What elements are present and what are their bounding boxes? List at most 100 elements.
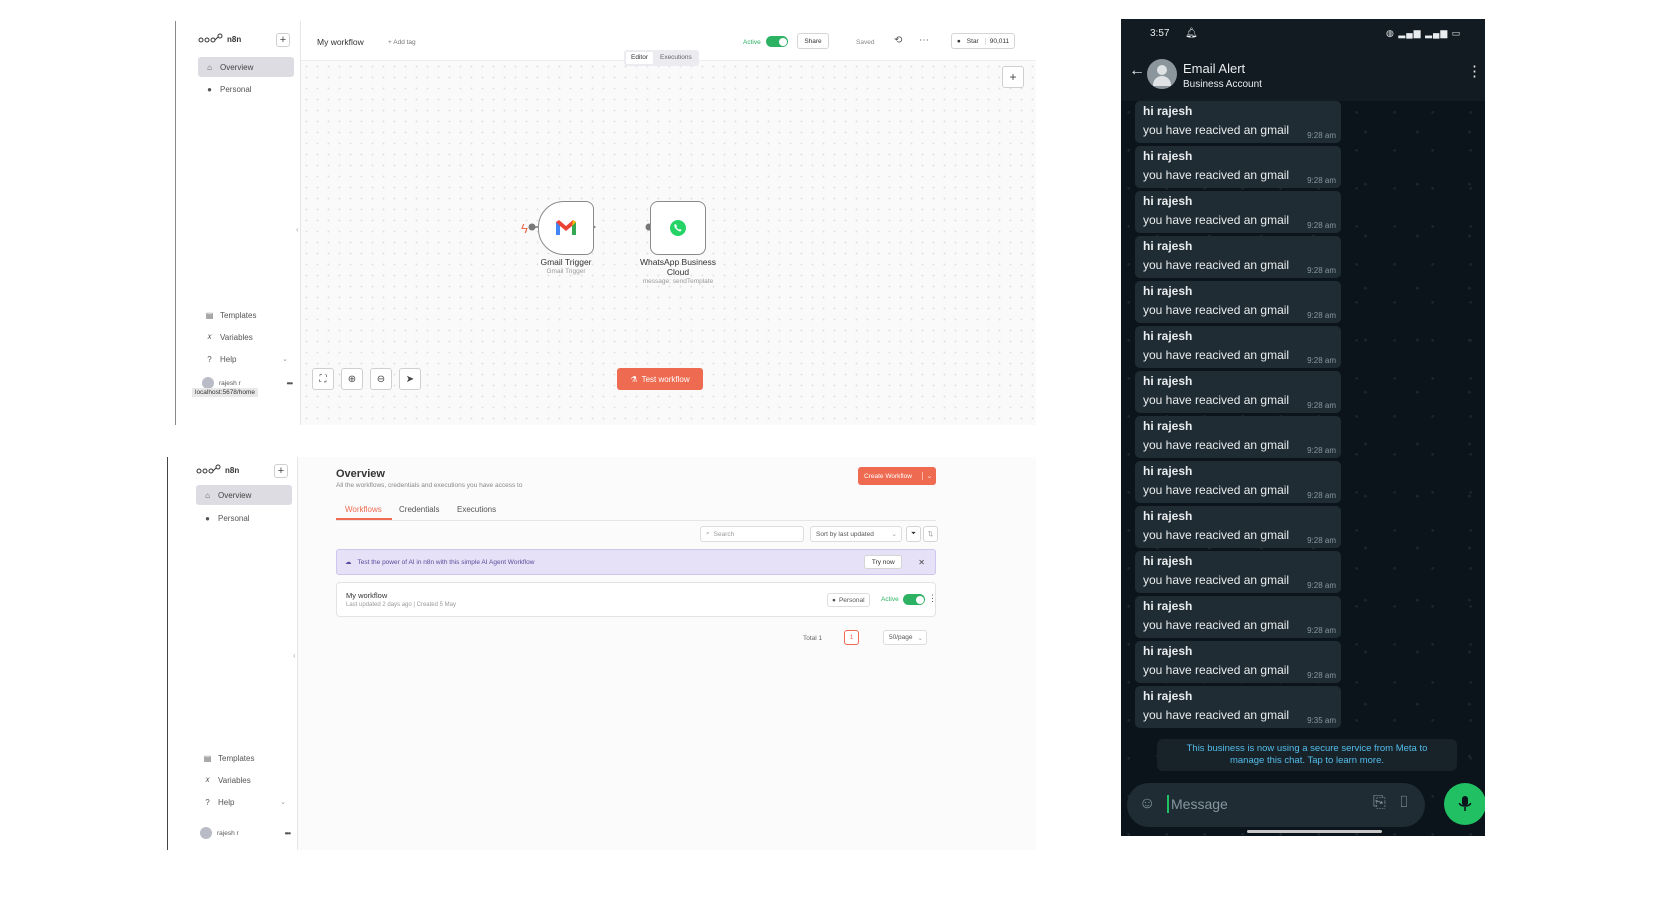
sort-select[interactable]: Sort by last updated ⌄ [810,526,902,542]
attach-icon[interactable]: ⎘ [1373,794,1386,812]
more-icon[interactable]: ••• [287,379,293,388]
message-bubble[interactable]: hi rajesh you have reacived an gmail 9:2… [1135,551,1341,593]
mic-button[interactable] [1444,783,1485,825]
message-bubble[interactable]: hi rajesh you have reacived an gmail 9:2… [1135,101,1341,143]
user-name: rajesh r [217,829,239,837]
kebab-menu-icon[interactable]: ⋮ [1467,62,1482,80]
message-bubble[interactable]: hi rajesh you have reacived an gmail 9:2… [1135,191,1341,233]
more-icon[interactable]: ••• [285,829,291,838]
filter-icon[interactable]: ⏷ [906,526,921,542]
tab-executions[interactable]: Executions [655,52,697,64]
tab-credentials[interactable]: Credentials [399,505,439,514]
zoom-out-icon[interactable]: ⊖ [370,368,392,390]
contact-avatar[interactable] [1147,59,1177,89]
add-tag-link[interactable]: + Add tag [388,39,416,46]
gmail-trigger-node[interactable] [538,201,594,255]
page-subtitle: All the workflows, credentials and execu… [336,482,523,489]
meta-service-notice[interactable]: This business is now using a secure serv… [1157,739,1457,771]
message-time: 9:28 am [1307,131,1336,140]
message-bubble[interactable]: hi rajesh you have reacived an gmail 9:2… [1135,461,1341,503]
sidebar-item-personal[interactable]: ● Personal [196,508,292,528]
back-arrow-icon[interactable]: ← [1129,62,1145,80]
message-bubble[interactable]: hi rajesh you have reacived an gmail 9:2… [1135,641,1341,683]
new-item-button[interactable]: + [276,33,290,47]
sort-direction-icon[interactable]: ⇅ [923,526,938,542]
message-title: hi rajesh [1143,149,1193,163]
gmail-node-subtitle: Gmail Trigger [546,268,586,275]
share-button[interactable]: Share [797,33,829,49]
sidebar-item-help[interactable]: ? Help ⌄ [196,792,292,812]
sidebar-item-variables[interactable]: 𝑥 Variables [196,770,292,790]
try-now-button[interactable]: Try now [864,555,903,569]
sidebar-item-variables[interactable]: 𝑥 Variables [198,327,294,347]
message-bubble[interactable]: hi rajesh you have reacived an gmail 9:2… [1135,416,1341,458]
kebab-menu-icon[interactable]: ⋮ [928,593,937,604]
overview-main: Overview All the workflows, credentials … [298,457,1036,850]
workflow-card[interactable]: My workflow Last updated 2 days ago | Cr… [336,582,937,617]
chevron-down-icon[interactable]: ⌄ [922,472,936,480]
collapse-sidebar-icon[interactable]: ‹ [296,225,299,234]
message-bubble[interactable]: hi rajesh you have reacived an gmail 9:2… [1135,236,1341,278]
message-input[interactable]: Message [1171,796,1228,812]
message-bubble[interactable]: hi rajesh you have reacived an gmail 9:2… [1135,371,1341,413]
chevron-down-icon: ⌄ [280,799,286,806]
message-text: you have reacived an gmail [1143,348,1290,362]
sidebar-item-personal[interactable]: ● Personal [198,79,294,99]
search-input[interactable]: ⌕ Search [700,526,804,542]
camera-icon[interactable]: ⌷ [1399,794,1409,812]
more-icon[interactable]: ⋯ [919,35,929,46]
active-toggle[interactable] [903,594,925,605]
sidebar-item-templates[interactable]: ▤ Templates [196,748,292,768]
sidebar-item-help[interactable]: ? Help ⌄ [198,349,294,369]
create-workflow-button[interactable]: Create Workflow ⌄ [858,467,936,485]
history-icon[interactable]: ⟲ [894,35,902,46]
message-text: you have reacived an gmail [1143,528,1290,542]
message-text: you have reacived an gmail [1143,438,1290,452]
message-time: 9:35 am [1307,716,1336,725]
collapse-sidebar-icon[interactable]: ‹ [293,651,296,660]
message-bubble[interactable]: hi rajesh you have reacived an gmail 9:2… [1135,326,1341,368]
message-bubble[interactable]: hi rajesh you have reacived an gmail 9:2… [1135,281,1341,323]
github-star-button[interactable]: ● Star 90,011 [951,33,1015,49]
close-icon[interactable]: ✕ [918,558,925,567]
page-size-select[interactable]: 50/page ⌄ [883,630,927,645]
owner-badge: ● Personal [827,593,870,607]
new-item-button[interactable]: + [274,464,288,478]
message-bubble[interactable]: hi rajesh you have reacived an gmail 9:2… [1135,506,1341,548]
tab-workflows[interactable]: Workflows [345,505,382,514]
cursor-icon[interactable]: ➤ [399,368,421,390]
message-title: hi rajesh [1143,599,1193,613]
notice-line: manage this chat. Tap to learn more. [1229,755,1385,766]
active-label: Active [743,39,761,46]
gmail-icon [556,220,576,235]
message-input-bar[interactable]: ☺ Message ⎘ ⌷ [1127,783,1425,827]
fit-view-icon[interactable]: ⛶ [312,368,334,390]
workflow-meta: Last updated 2 days ago | Created 5 May [346,602,456,608]
test-workflow-button[interactable]: ⚗ Test workflow [617,368,703,390]
sidebar-item-overview[interactable]: ⌂ Overview [198,57,294,77]
add-node-button[interactable]: + [1002,66,1024,88]
sidebar-item-label: Variables [218,775,251,785]
cloud-icon: ☁ [345,559,352,566]
sidebar-item-overview[interactable]: ⌂ Overview [196,485,292,505]
page-number-button[interactable]: 1 [844,630,859,645]
user-menu[interactable]: rajesh r ••• [200,827,291,839]
sticker-icon[interactable]: ☺ [1139,795,1155,813]
message-text: you have reacived an gmail [1143,573,1290,587]
chat-area[interactable]: hi rajesh you have reacived an gmail 9:2… [1121,101,1485,836]
message-bubble[interactable]: hi rajesh you have reacived an gmail 9:3… [1135,686,1341,728]
message-bubble[interactable]: hi rajesh you have reacived an gmail 9:2… [1135,146,1341,188]
zoom-in-icon[interactable]: ⊕ [341,368,363,390]
active-toggle[interactable] [766,36,788,47]
workflow-title[interactable]: My workflow [317,37,364,47]
tabs-divider [336,520,936,521]
variables-icon: 𝑥 [205,775,210,784]
message-time: 9:28 am [1307,491,1336,500]
tab-editor[interactable]: Editor [626,52,653,64]
contact-name[interactable]: Email Alert [1183,61,1245,76]
tab-executions[interactable]: Executions [457,505,496,514]
workflow-name[interactable]: My workflow [346,591,387,600]
message-bubble[interactable]: hi rajesh you have reacived an gmail 9:2… [1135,596,1341,638]
whatsapp-node[interactable] [650,201,706,255]
sidebar-item-templates[interactable]: ▤ Templates [198,305,294,325]
